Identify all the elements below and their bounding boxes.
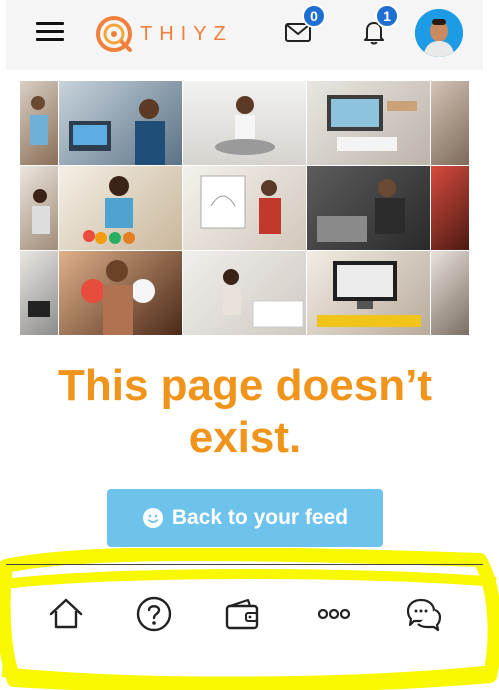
bottom-nav [6, 580, 483, 650]
collage-photo [59, 166, 182, 250]
notification-badge: 1 [375, 4, 399, 28]
collage-photo [20, 251, 58, 335]
collage-photo [307, 81, 430, 165]
collage-photo [431, 166, 469, 250]
logo[interactable]: THIYZ [94, 12, 233, 56]
help-icon[interactable] [134, 594, 174, 634]
avatar[interactable] [415, 9, 463, 57]
logo-mark-icon [96, 16, 132, 52]
back-to-feed-label: Back to your feed [171, 506, 349, 529]
divider [6, 564, 483, 565]
chat-icon[interactable] [404, 594, 444, 634]
collage-photo [20, 166, 58, 250]
logo-text: THIYZ [140, 22, 233, 45]
menu-icon[interactable] [36, 22, 64, 44]
collage-photo [307, 166, 430, 250]
photo-collage [20, 81, 469, 335]
collage-photo [307, 251, 430, 335]
avatar-image [415, 9, 463, 57]
smile-icon [142, 508, 163, 528]
mail-badge: 0 [302, 4, 326, 28]
collage-photo [183, 166, 306, 250]
collage-photo [431, 251, 469, 335]
collage-photo [59, 251, 182, 335]
page-not-found-title: This page doesn’t exist. [57, 361, 433, 462]
collage-photo [59, 81, 182, 165]
collage-photo [20, 81, 58, 165]
top-header: THIYZ [6, 0, 483, 70]
collage-photo [431, 81, 469, 165]
wallet-icon[interactable] [222, 594, 262, 634]
home-icon[interactable] [46, 594, 86, 634]
collage-photo [183, 81, 306, 165]
more-icon[interactable] [314, 594, 354, 634]
collage-photo [183, 251, 306, 335]
back-to-feed-button[interactable]: Back to your feed [107, 489, 383, 547]
